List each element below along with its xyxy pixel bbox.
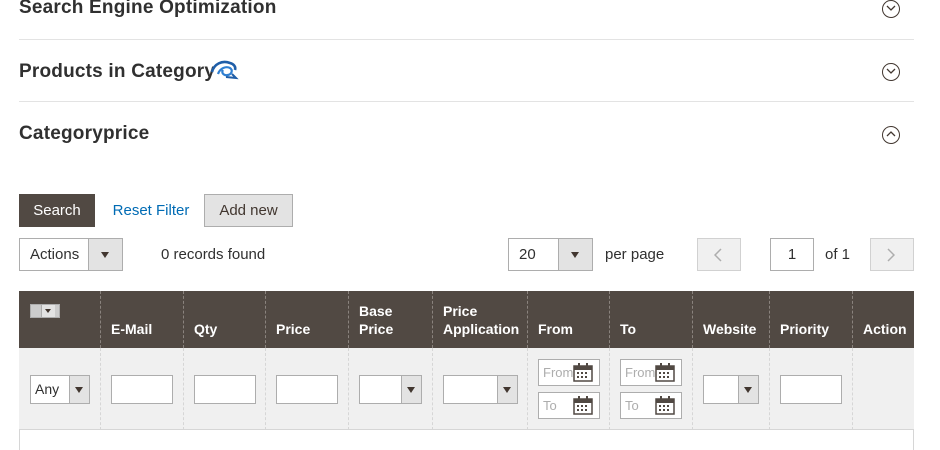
section-products-in-category[interactable]: Products in Category <box>19 40 914 102</box>
base-price-filter-select[interactable] <box>359 375 422 404</box>
website-filter-select[interactable] <box>703 375 759 404</box>
per-page-select[interactable]: 20 <box>508 238 593 271</box>
filter-cell-price <box>266 348 349 430</box>
filter-cell-website <box>693 348 770 430</box>
chevron-down-icon <box>558 239 592 270</box>
next-page-button[interactable] <box>870 238 914 271</box>
to-date-to-input[interactable]: To <box>620 392 682 419</box>
chevron-down-icon <box>41 305 55 317</box>
chevron-down-icon[interactable] <box>882 0 900 18</box>
add-new-button[interactable]: Add new <box>204 194 293 227</box>
section-title-products: Products in Category <box>19 61 216 82</box>
column-header-email[interactable]: E-Mail <box>101 291 184 348</box>
grid-filter-row: Any From To From To <box>19 348 914 430</box>
mass-select-checkbox[interactable] <box>30 304 60 318</box>
filter-cell-email <box>101 348 184 430</box>
column-header-price[interactable]: Price <box>266 291 349 348</box>
calendar-icon[interactable] <box>573 396 593 418</box>
email-filter-input[interactable] <box>111 375 173 404</box>
column-header-action: Action <box>863 321 907 337</box>
filter-cell-mass: Any <box>19 348 101 430</box>
chevron-down-icon[interactable] <box>882 63 900 81</box>
priority-filter-input[interactable] <box>780 375 842 404</box>
section-title-seo: Search Engine Optimization <box>19 0 277 18</box>
in-category-filter-select[interactable]: Any <box>30 375 90 404</box>
mass-actions-select[interactable]: Actions <box>19 238 123 271</box>
column-header-qty[interactable]: Qty <box>184 291 266 348</box>
column-header-from[interactable]: From <box>528 291 610 348</box>
section-categoryprice[interactable]: Categoryprice <box>19 102 914 162</box>
chevron-down-icon <box>738 376 758 403</box>
chevron-down-icon <box>88 239 122 270</box>
records-found-text: 0 records found <box>161 246 266 263</box>
to-date-from-input[interactable]: From <box>620 359 682 386</box>
calendar-icon[interactable] <box>655 363 675 385</box>
from-date-to-input[interactable]: To <box>538 392 600 419</box>
filter-cell-priority <box>770 348 853 430</box>
mass-select-column[interactable] <box>19 291 101 348</box>
chevron-down-icon <box>69 376 89 403</box>
column-header-price-application[interactable]: Price Application <box>433 291 528 348</box>
chevron-down-icon <box>401 376 421 403</box>
total-pages-label: of 1 <box>825 246 851 263</box>
qty-filter-input[interactable] <box>194 375 256 404</box>
column-header-priority[interactable]: Priority <box>770 291 853 348</box>
grid-body <box>19 430 914 450</box>
filter-cell-base-price <box>349 348 433 430</box>
filter-cell-qty <box>184 348 266 430</box>
filter-cell-price-application <box>433 348 528 430</box>
filter-cell-to: From To <box>610 348 693 430</box>
calendar-icon[interactable] <box>573 363 593 385</box>
previous-page-button[interactable] <box>697 238 741 271</box>
grid-header-row: E-Mail Qty Price Base Price Price Applic… <box>19 291 914 348</box>
price-filter-input[interactable] <box>276 375 338 404</box>
chevron-down-icon <box>497 376 517 403</box>
section-title-categoryprice: Categoryprice <box>19 123 150 144</box>
calendar-icon[interactable] <box>655 396 675 418</box>
reset-filter-link[interactable]: Reset Filter <box>106 194 196 227</box>
section-seo[interactable]: Search Engine Optimization <box>19 0 914 40</box>
column-header-base-price[interactable]: Base Price <box>349 291 433 348</box>
chevron-up-icon[interactable] <box>882 126 900 144</box>
column-header-website[interactable]: Website <box>693 291 770 348</box>
price-application-filter-select[interactable] <box>443 375 518 404</box>
current-page-input[interactable]: 1 <box>770 238 814 271</box>
filter-cell-from: From To <box>528 348 610 430</box>
per-page-value: 20 <box>519 246 536 263</box>
column-header-to[interactable]: To <box>610 291 693 348</box>
extension-logo-icon <box>208 58 240 87</box>
actions-select-value: Actions <box>30 246 80 263</box>
from-date-from-input[interactable]: From <box>538 359 600 386</box>
per-page-label: per page <box>605 246 665 263</box>
filter-cell-action <box>853 348 914 430</box>
search-button[interactable]: Search <box>19 194 95 227</box>
